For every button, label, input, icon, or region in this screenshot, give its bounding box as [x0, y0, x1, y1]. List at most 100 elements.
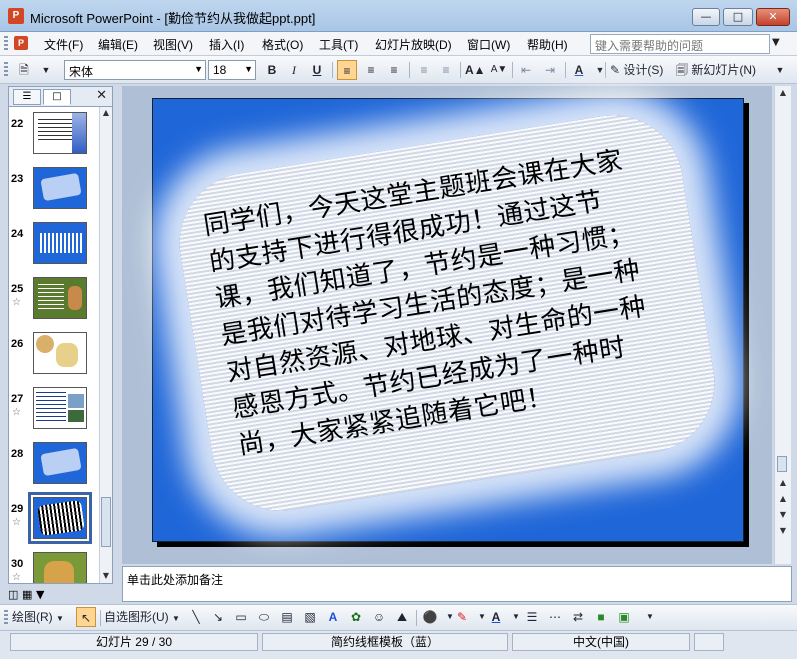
bold-button[interactable]: B [262, 60, 282, 80]
slide-scrollbar[interactable]: ▲ ▲ ▲ ▼ ▼ [774, 86, 791, 564]
textbox-tool-icon[interactable]: ▤ [277, 607, 297, 627]
scroll-up-icon[interactable]: ▲ [101, 108, 111, 117]
picture-icon[interactable]: ⛰ [392, 607, 412, 627]
slide-thumbnail[interactable] [33, 277, 87, 319]
current-slide[interactable]: 同学们，今天这堂主题班会课在大家 的支持下进行得很成功！通过这节 课，我们知道了… [152, 98, 744, 542]
increase-indent-icon[interactable]: ⇥ [540, 60, 560, 80]
thumbnail-scrollbar[interactable]: ▲ ▼ [99, 107, 112, 583]
scroll-up-icon[interactable]: ▲ [778, 88, 788, 97]
new-slide-button[interactable]: 🗐 新幻灯片(N) [676, 60, 756, 80]
toolbar-grip-icon[interactable] [4, 62, 8, 78]
slides-tab[interactable]: □ [43, 89, 71, 105]
clipart-icon[interactable]: ☺ [369, 607, 389, 627]
thumbnail-30[interactable]: 30 ☆ [9, 552, 99, 583]
slide-thumbnail[interactable] [33, 387, 87, 429]
slide-thumbnail[interactable] [33, 167, 87, 209]
scroll-down-icon[interactable]: ▼ [778, 526, 788, 535]
outline-tab[interactable]: ☰ [13, 89, 41, 105]
draw-menu-button[interactable]: 绘图(R) ▼ [12, 607, 64, 627]
menu-edit[interactable]: 编辑(E) [98, 36, 138, 53]
increase-font-icon[interactable]: A▲ [465, 60, 486, 80]
pane-close-icon[interactable]: ✕ [96, 88, 107, 103]
previous-slide-icon[interactable]: ▲ [778, 494, 788, 503]
menubar-grip-icon[interactable] [4, 36, 8, 52]
slide-thumbnail[interactable] [33, 332, 87, 374]
italic-button[interactable]: I [284, 60, 304, 80]
slide-thumbnail[interactable] [33, 222, 87, 264]
dash-style-icon[interactable]: ⋯ [545, 607, 565, 627]
slide-thumbnail[interactable] [33, 552, 87, 583]
line-color-icon[interactable]: ✎ [452, 607, 472, 627]
slide-thumbnail[interactable] [33, 112, 87, 154]
design-template[interactable]: 简约线框模板（蓝） [262, 633, 508, 651]
align-left-icon[interactable]: ≡ [337, 60, 357, 80]
slide-thumbnail[interactable] [33, 442, 87, 484]
menu-slideshow[interactable]: 幻灯片放映(D) [375, 36, 452, 53]
slide-thumbnail-selected[interactable] [28, 492, 92, 544]
help-dropdown-icon[interactable]: ▼ [772, 37, 780, 48]
diagram-icon[interactable]: ✿ [346, 607, 366, 627]
scroll-down-icon[interactable]: ▼ [101, 571, 111, 580]
menu-view[interactable]: 视图(V) [153, 36, 193, 53]
underline-button[interactable]: U [307, 60, 327, 80]
oval-tool-icon[interactable]: ⬭ [254, 607, 274, 627]
thumbnail-27[interactable]: 27 ☆ [9, 387, 99, 437]
minimize-button[interactable]: — [692, 8, 720, 26]
drawbar-grip-icon[interactable] [4, 610, 8, 626]
font-color-icon[interactable]: A [486, 607, 506, 627]
new-document-icon[interactable]: 🗎 [14, 60, 34, 80]
thumbnail-25[interactable]: 25 ☆ [9, 277, 99, 327]
line-tool-icon[interactable]: ╲ [186, 607, 206, 627]
autoshapes-button[interactable]: 自选图形(U) ▼ [104, 607, 180, 627]
slide-sorter-icon[interactable]: ▦ [22, 588, 32, 601]
font-color-dropdown-icon[interactable]: ▼ [590, 60, 610, 80]
design-button[interactable]: ✎ 设计(S) [610, 60, 663, 80]
thumbnail-23[interactable]: 23 [9, 167, 99, 217]
menu-format[interactable]: 格式(O) [262, 36, 303, 53]
numbered-list-icon[interactable]: ≡ [414, 60, 434, 80]
slideshow-icon[interactable]: ▼ [36, 588, 44, 601]
menu-insert[interactable]: 插入(I) [209, 36, 244, 53]
font-name-dropdown-icon[interactable]: ▼ [194, 64, 203, 74]
3d-style-icon[interactable]: ▣ [614, 607, 634, 627]
fill-color-icon[interactable]: ⚫ [420, 607, 440, 627]
powerpoint-app-icon[interactable]: P [8, 8, 24, 24]
next-slide-icon[interactable]: ▼ [778, 510, 788, 519]
shadow-style-icon[interactable]: ■ [591, 607, 611, 627]
menu-tools[interactable]: 工具(T) [319, 36, 358, 53]
thumbnail-28[interactable]: 28 [9, 442, 99, 492]
align-right-icon[interactable]: ≡ [384, 60, 404, 80]
scroll-down-icon[interactable]: ▲ [778, 478, 788, 487]
rectangle-tool-icon[interactable]: ▭ [231, 607, 251, 627]
vertical-textbox-icon[interactable]: ▧ [300, 607, 320, 627]
select-objects-icon[interactable]: ↖ [76, 607, 96, 627]
font-name-select[interactable]: 宋体 ▼ [64, 60, 206, 80]
toolbar-options-icon[interactable]: ▼ [36, 60, 56, 80]
wordart-icon[interactable]: A [323, 607, 343, 627]
scroll-thumb[interactable] [101, 497, 111, 547]
font-size-dropdown-icon[interactable]: ▼ [244, 64, 253, 74]
arrow-tool-icon[interactable]: ↘ [208, 607, 228, 627]
menu-file[interactable]: 文件(F) [44, 36, 83, 53]
normal-view-icon[interactable]: ◫ [8, 588, 18, 601]
menu-help[interactable]: 帮助(H) [527, 36, 568, 53]
thumbnail-22[interactable]: 22 [9, 112, 99, 162]
line-style-icon[interactable]: ☰ [522, 607, 542, 627]
align-center-icon[interactable]: ≡ [361, 60, 381, 80]
help-search-input[interactable]: 键入需要帮助的问题 [590, 34, 770, 54]
thumbnail-24[interactable]: 24 [9, 222, 99, 272]
thumbnail-26[interactable]: 26 [9, 332, 99, 382]
drawbar-overflow-icon[interactable]: ▼ [640, 607, 660, 627]
scroll-thumb[interactable] [777, 456, 787, 472]
decrease-indent-icon[interactable]: ⇤ [516, 60, 536, 80]
thumbnail-29[interactable]: 29 ☆ [9, 492, 99, 547]
bullet-list-icon[interactable]: ≡ [436, 60, 456, 80]
arrow-style-icon[interactable]: ⇄ [568, 607, 588, 627]
menu-window[interactable]: 窗口(W) [467, 36, 510, 53]
font-size-select[interactable]: 18 ▼ [208, 60, 256, 80]
maximize-button[interactable]: □ [723, 8, 753, 26]
notes-pane[interactable]: 单击此处添加备注 [122, 566, 792, 602]
close-button[interactable]: ✕ [756, 8, 790, 26]
toolbar-overflow-icon[interactable]: ▼ [770, 60, 790, 80]
document-icon[interactable]: P [14, 36, 28, 50]
